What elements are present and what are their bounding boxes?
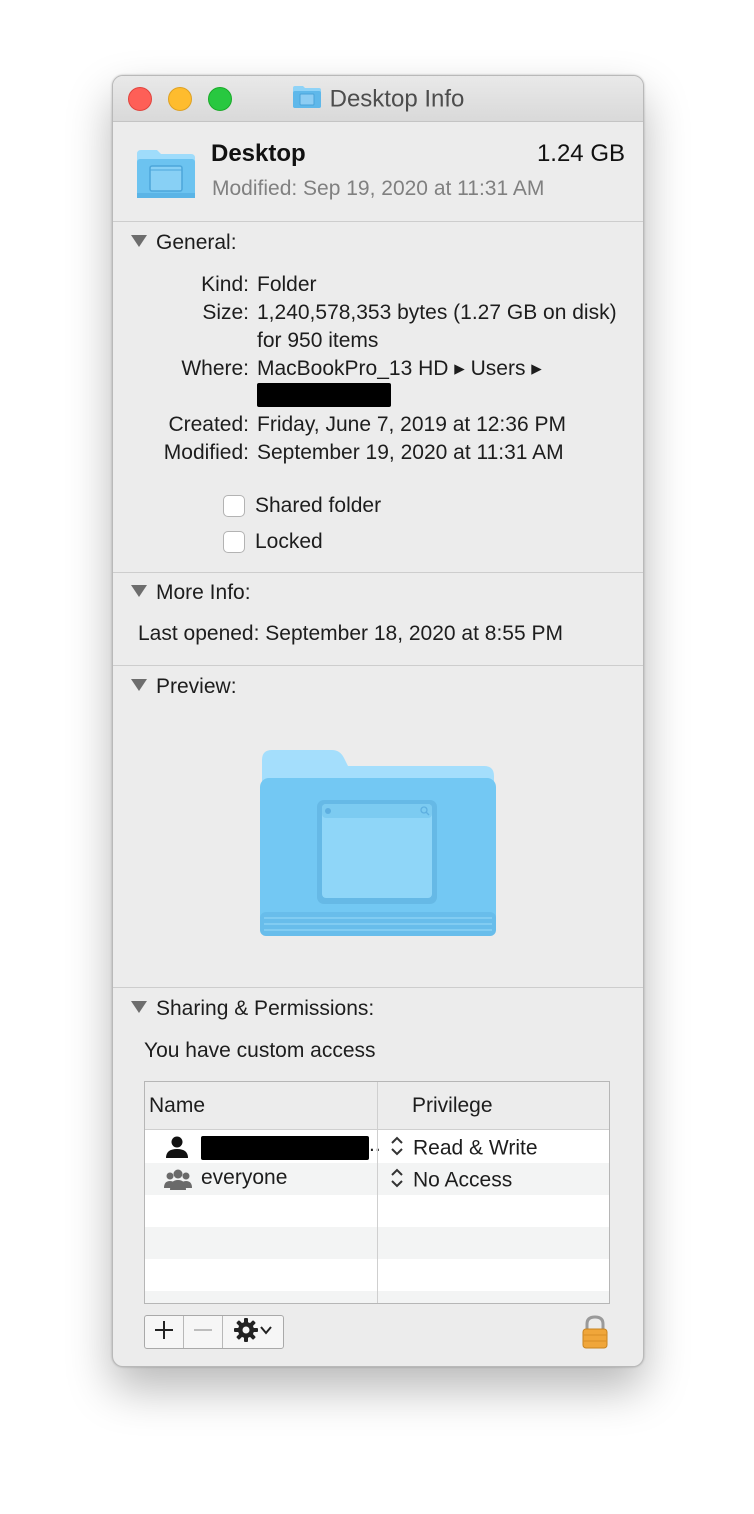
add-user-button[interactable] <box>145 1316 184 1348</box>
folder-icon <box>292 85 322 114</box>
item-name: Desktop <box>211 140 306 167</box>
redacted-username <box>201 1136 369 1165</box>
privilege-value: Read & Write <box>413 1136 538 1160</box>
access-description: You have custom access <box>144 1039 376 1062</box>
title-bar[interactable]: Desktop Info <box>113 76 643 122</box>
locked-checkbox[interactable] <box>223 531 245 554</box>
section-title: General: <box>156 231 237 254</box>
privilege-popup[interactable]: Read & Write <box>389 1134 538 1164</box>
truncation-ellipsis: .. <box>369 1133 381 1156</box>
disclosure-triangle-icon[interactable] <box>131 585 147 598</box>
updown-arrows-icon <box>389 1166 405 1196</box>
item-size: 1.24 GB <box>536 140 625 167</box>
permissions-toolbar <box>144 1315 284 1349</box>
preview-section-header[interactable]: Preview: <box>131 675 237 699</box>
column-header-name[interactable]: Name <box>145 1082 377 1130</box>
last-opened-label: Last opened: <box>138 622 260 645</box>
section-title: More Info: <box>156 581 251 604</box>
divider <box>113 221 643 222</box>
chevron-down-icon <box>259 1323 273 1342</box>
privilege-value: No Access <box>413 1168 513 1192</box>
general-section-header[interactable]: General: <box>131 231 237 255</box>
disclosure-triangle-icon[interactable] <box>131 679 147 692</box>
privilege-popup[interactable]: No Access <box>389 1166 512 1196</box>
locked-label: Locked <box>255 530 323 553</box>
created-label: Created: <box>168 413 249 436</box>
window-title: Desktop Info <box>329 85 465 113</box>
created-value: Friday, June 7, 2019 at 12:36 PM <box>257 413 566 436</box>
folder-preview-icon <box>258 746 498 943</box>
more-info-section-header[interactable]: More Info: <box>131 581 251 605</box>
sharing-section-header[interactable]: Sharing & Permissions: <box>131 997 374 1021</box>
divider <box>113 987 643 988</box>
redacted-path <box>257 383 391 412</box>
disclosure-triangle-icon[interactable] <box>131 1001 147 1014</box>
modified-label: Modified: <box>163 441 249 464</box>
minus-icon <box>192 1319 214 1346</box>
last-opened: Last opened: September 18, 2020 at 8:55 … <box>138 622 563 646</box>
divider <box>113 572 643 573</box>
permissions-table: Name Privilege .. Read & Write everyone … <box>144 1081 610 1304</box>
kind-value: Folder <box>257 273 317 296</box>
locked-option[interactable]: Locked <box>223 530 323 554</box>
column-header-privilege[interactable]: Privilege <box>377 1082 609 1130</box>
shared-folder-checkbox[interactable] <box>223 495 245 518</box>
kind-label: Kind: <box>201 273 249 296</box>
last-opened-value: September 18, 2020 at 8:55 PM <box>265 622 563 645</box>
column-separator <box>377 1130 378 1303</box>
folder-icon <box>135 148 197 205</box>
plus-icon <box>153 1319 175 1346</box>
modified-value: September 19, 2020 at 11:31 AM <box>257 441 564 464</box>
size-label: Size: <box>202 301 249 324</box>
group-icon <box>163 1167 193 1196</box>
remove-user-button[interactable] <box>184 1316 223 1348</box>
divider <box>113 665 643 666</box>
shared-folder-label: Shared folder <box>255 494 382 517</box>
updown-arrows-icon <box>389 1134 405 1164</box>
gear-icon <box>233 1317 259 1348</box>
lock-icon[interactable] <box>580 1314 610 1355</box>
section-title: Sharing & Permissions: <box>156 997 375 1020</box>
action-menu-button[interactable] <box>223 1316 283 1348</box>
disclosure-triangle-icon[interactable] <box>131 235 147 248</box>
user-name: everyone <box>201 1166 288 1189</box>
section-title: Preview: <box>156 675 237 698</box>
where-value: MacBookPro_13 HD ▸ Users ▸ <box>257 357 542 380</box>
size-value: 1,240,578,353 bytes (1.27 GB on disk) fo… <box>257 301 617 352</box>
info-window: Desktop Info Desktop 1.24 GB Modified: S… <box>112 75 644 1367</box>
item-modified: Modified: Sep 19, 2020 at 11:31 AM <box>212 177 545 200</box>
where-label: Where: <box>181 357 249 380</box>
user-icon <box>163 1135 191 1164</box>
shared-folder-option[interactable]: Shared folder <box>223 494 381 518</box>
